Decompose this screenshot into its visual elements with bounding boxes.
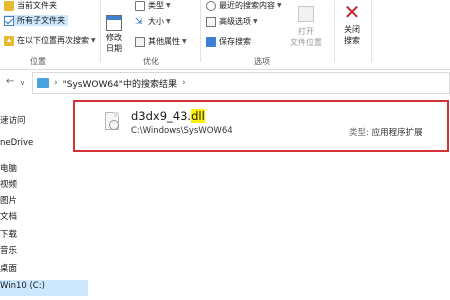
date-modified-button[interactable]: 修改 日期	[106, 15, 122, 54]
size-icon: ⇲	[135, 16, 143, 27]
open-location-label-1: 打开	[298, 27, 314, 36]
recent-searches-label: 最近的搜索内容	[219, 1, 275, 10]
nav-item-documents[interactable]: 文档	[0, 210, 88, 225]
chevron-down-icon: ▼	[277, 2, 282, 9]
kind-button[interactable]: 类型 ▼	[135, 0, 171, 11]
close-search-label-1: 关闭	[344, 25, 360, 34]
properties-icon	[135, 36, 145, 47]
close-search-button[interactable]: ✕ 关闭 搜索	[341, 2, 363, 46]
nav-item-music[interactable]: 音乐	[0, 244, 88, 259]
chevron-down-icon: ∨	[20, 79, 26, 87]
refine-group-label: 优化	[143, 57, 159, 66]
result-file-type: 类型: 应用程序扩展	[349, 126, 423, 138]
chevron-right-icon[interactable]: ›	[182, 78, 186, 88]
chevron-down-icon: ▼	[91, 37, 96, 44]
advanced-options-button[interactable]: 高级选项 ▼	[206, 16, 258, 27]
chevron-right-icon: ›	[54, 78, 58, 88]
close-icon: ✕	[343, 0, 361, 24]
recent-searches-button[interactable]: 最近的搜索内容 ▼	[206, 0, 282, 11]
dll-file-icon	[105, 112, 119, 130]
advanced-options-label: 高级选项	[219, 17, 251, 26]
folder-icon	[4, 0, 14, 11]
size-label: 大小	[148, 17, 164, 26]
date-modified-label-1: 修改	[106, 33, 122, 42]
advanced-icon	[206, 16, 216, 27]
nav-item-c-drive[interactable]: Win10 (C:)	[0, 280, 88, 296]
nav-item-desktop[interactable]: 桌面	[0, 262, 88, 277]
nav-item-this-pc[interactable]: 电脑	[0, 162, 88, 177]
recent-locations-button[interactable]: ∨	[20, 79, 25, 87]
search-again-in-button[interactable]: 在以下位置再次搜索 ▼	[4, 35, 96, 46]
back-button[interactable]: ←	[6, 76, 14, 87]
computer-icon	[37, 78, 49, 88]
ribbon-divider	[334, 0, 335, 62]
kind-label: 类型	[148, 1, 164, 10]
checked-folder-icon	[4, 15, 14, 26]
ribbon-divider	[100, 0, 101, 62]
file-type-label: 类型:	[349, 128, 369, 138]
file-type-value: 应用程序扩展	[371, 128, 423, 138]
ribbon: 当前文件夹 所有子文件夹 在以下位置再次搜索 ▼ 位置 修改 日期 类型 ▼ ⇲…	[0, 0, 450, 70]
file-name-prefix: d3dx9_43.	[131, 109, 192, 123]
current-folder-label: 当前文件夹	[17, 1, 57, 10]
other-properties-button[interactable]: 其他属性 ▼	[135, 36, 187, 47]
open-location-label-2: 文件位置	[290, 38, 322, 47]
ribbon-divider	[371, 0, 372, 62]
calendar-icon	[106, 15, 122, 31]
save-icon	[206, 36, 216, 47]
close-search-label-2: 搜索	[344, 36, 360, 45]
ribbon-divider	[200, 0, 201, 62]
nav-item-downloads[interactable]: 下载	[0, 228, 88, 243]
file-name-match: dll	[191, 109, 205, 123]
result-file-path: C:\Windows\SysWOW64	[131, 126, 233, 136]
save-search-button[interactable]: 保存搜索	[206, 36, 251, 47]
chevron-down-icon: ▼	[253, 18, 258, 25]
clock-icon	[206, 0, 216, 11]
location-group-label: 位置	[30, 57, 46, 66]
other-properties-label: 其他属性	[148, 37, 180, 46]
nav-item-videos[interactable]: 视频	[0, 178, 88, 193]
folder-up-icon	[4, 35, 14, 46]
nav-item-pictures[interactable]: 图片	[0, 194, 88, 209]
address-bar[interactable]: › "SysWOW64"中的搜索结果 ›	[32, 72, 450, 94]
chevron-down-icon: ▼	[166, 18, 171, 25]
all-subfolders-button[interactable]: 所有子文件夹	[4, 15, 68, 26]
current-folder-button[interactable]: 当前文件夹	[4, 0, 57, 11]
result-file-name[interactable]: d3dx9_43.dll	[131, 109, 205, 123]
chevron-down-icon: ▼	[182, 38, 187, 45]
size-button[interactable]: ⇲ 大小 ▼	[135, 16, 171, 27]
save-search-label: 保存搜索	[219, 37, 251, 46]
chevron-down-icon: ▼	[166, 2, 171, 9]
search-again-in-label: 在以下位置再次搜索	[17, 36, 89, 45]
breadcrumb[interactable]: "SysWOW64"中的搜索结果	[63, 77, 177, 90]
open-location-icon	[298, 6, 314, 22]
date-modified-label-2: 日期	[106, 44, 122, 53]
open-file-location-button[interactable]: 打开 文件位置	[290, 6, 322, 48]
kind-icon	[135, 0, 145, 11]
all-subfolders-label: 所有子文件夹	[17, 16, 65, 25]
arrow-left-icon: ←	[6, 76, 15, 87]
options-group-label: 选项	[254, 57, 270, 66]
